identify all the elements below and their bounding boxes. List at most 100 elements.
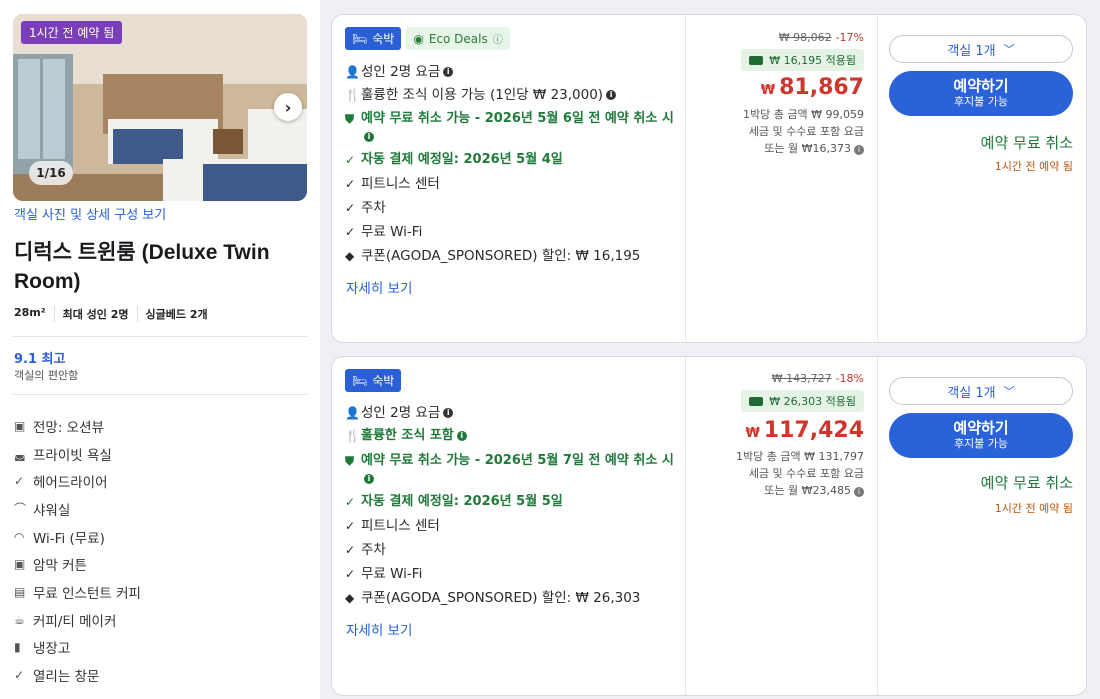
tag-icon: ◆ [345,591,355,605]
room-count-select[interactable]: 객실 1개 ﹀ [889,35,1073,63]
rate-tags: 🛏 숙박 [345,369,402,392]
breakfast-line: 🍴 훌륭한 조식 포함 i [345,427,675,445]
free-cancellation-line: ⛊ 예약 무료 취소 가능 - 2026년 5월 6일 전 예약 취소 시i [345,111,674,142]
info-icon: ⓘ [492,35,503,46]
wifi-icon: ◠ [14,529,25,544]
review-score[interactable]: 9.1 최고 [14,348,65,367]
check-icon: ✓ [345,495,356,509]
wifi-line: ✓ 무료 Wi-Fi [345,566,423,582]
check-icon: ✓ [345,177,356,191]
chevron-down-icon: ﹀ [1003,43,1015,56]
monthly-installment: 또는 월 ₩23,485 i [764,482,864,498]
leaf-icon: ◉ [413,31,424,46]
details-link[interactable]: 자세히 보기 [346,619,412,639]
person-icon: 👤 [345,65,360,79]
book-button[interactable]: 예약하기 후지불 가능 [889,71,1073,116]
amenity-list: ▣ 전망: 오션뷰 ◛ 프라이빗 욕실 ✓ 헤어드라이어 ⌒ 샤워실 ◠ Wi-Fi (무… [14,412,141,689]
coupon-line: ◆ 쿠폰(AGODA_SPONSORED) 할인: ₩ 16,195 [345,248,641,264]
free-cancellation-label: 예약 무료 취소 [980,474,1073,492]
booked-recently-label: 1시간 전 예약 됨 [994,160,1073,173]
original-price: ₩ 143,727 -18% [771,372,864,385]
free-cancellation-line: ⛊ 예약 무료 취소 가능 - 2026년 5월 7일 전 예약 취소 시i [345,453,674,484]
room-photos-link[interactable]: 객실 사진 및 상세 구성 보기 [14,204,166,223]
amenity-item: ▤ 무료 인스턴트 커피 [14,584,141,602]
person-icon: 👤 [345,406,360,420]
payment-date-line: ✓ 자동 결제 예정일: 2026년 5월 4일 [345,152,563,167]
discount-percent: -18% [835,372,864,385]
room-count-select[interactable]: 객실 1개 ﹀ [889,377,1073,405]
coupon-applied-badge: ₩ 16,195 적용됨 [741,49,864,71]
wifi-line: ✓ 무료 Wi-Fi [345,224,423,240]
eco-deals-tag: ◉ Eco Deals ⓘ [406,27,510,50]
book-button[interactable]: 예약하기 후지불 가능 [889,413,1073,458]
room-size: 28m² [14,306,46,319]
view-icon: ▣ [14,418,26,433]
room-info-panel: 1시간 전 예약 됨 › 1/16 객실 사진 및 상세 구성 보기 디럭스 트… [0,0,320,699]
divider [685,15,686,342]
ticket-icon [749,55,764,65]
amenity-item: ▣ 암막 커튼 [14,557,87,575]
discount-percent: -17% [835,31,864,44]
details-link[interactable]: 자세히 보기 [346,277,412,297]
check-icon: ✓ [14,474,25,489]
booked-recently-badge: 1시간 전 예약 됨 [21,21,123,44]
parking-line: ✓ 주차 [345,542,386,558]
rate-tags: 🛏 숙박 ◉ Eco Deals ⓘ [345,27,510,50]
guests-line: 👤 성인 2명 요금 i [345,63,675,81]
shield-check-icon: ⛊ [345,112,355,126]
chevron-right-icon[interactable]: › [274,93,302,121]
room-photo[interactable]: 1시간 전 예약 됨 › 1/16 [13,14,307,201]
shield-check-icon: ⛊ [345,454,355,468]
guests-line: 👤 성인 2명 요금 i [345,404,675,422]
stay-tag: 🛏 숙박 [345,27,402,50]
amenity-item: ⌒ 샤워실 [14,502,71,519]
total-price: 1박당 총 금액 ₩ 131,797 [736,450,864,463]
info-icon[interactable]: i [443,67,454,77]
room-title: 디럭스 트윈룸 (Deluxe Twin Room) [14,241,270,293]
divider [13,336,307,337]
amenity-item: ✓ 열리는 창문 [14,668,100,686]
info-icon[interactable]: i [606,90,617,100]
bath-icon: ◛ [14,446,26,461]
info-icon[interactable]: i [456,430,467,441]
curtain-icon: ▣ [14,557,26,572]
room-beds: 싱글베드 2개 [136,306,216,322]
info-icon[interactable]: i [443,408,454,418]
info-icon[interactable]: i [854,487,864,497]
fridge-icon: ▮ [14,640,21,655]
kettle-icon: ☕ [14,612,25,627]
amenity-item: ◛ 프라이빗 욕실 [14,446,112,464]
free-cancellation-label: 예약 무료 취소 [980,134,1073,152]
tax-note: 세금 및 수수료 포함 요금 [748,125,864,138]
parking-line: ✓ 주차 [345,200,386,216]
tax-note: 세금 및 수수료 포함 요금 [748,467,864,480]
review-score-label: 객실의 편안함 [14,369,79,382]
info-icon[interactable]: i [364,473,374,484]
photo-counter: 1/16 [29,161,73,185]
check-icon: ✓ [345,153,356,167]
check-icon: ✓ [345,519,356,533]
room-occupancy: 최대 성인 2명 [53,306,137,322]
monthly-installment: 또는 월 ₩16,373 i [764,140,864,156]
info-icon[interactable]: i [364,131,374,142]
chevron-down-icon: ﹀ [1003,385,1015,398]
final-price: ₩117,424 [745,418,864,443]
check-icon: ✓ [345,201,356,215]
stay-tag: 🛏 숙박 [345,369,402,392]
divider [13,394,307,395]
shower-icon: ⌒ [14,502,27,517]
cutlery-icon: 🍴 [345,88,360,102]
divider [685,357,686,695]
rate-card-2: 🛏 숙박 👤 성인 2명 요금 i 🍴 훌륭한 조식 포함 i ⛊ 예약 무료 취소 가능 … [331,356,1087,696]
total-price: 1박당 총 금액 ₩ 99,059 [743,108,864,121]
check-icon: ✓ [345,567,356,581]
amenity-item: ✓ 헤어드라이어 [14,474,108,492]
payment-date-line: ✓ 자동 결제 예정일: 2026년 5월 5일 [345,494,563,509]
amenity-item: ◠ Wi-Fi (무료) [14,529,105,547]
room-specs: 28m² 최대 성인 2명 싱글베드 2개 [14,306,216,322]
original-price: ₩ 98,062 -17% [778,31,864,44]
info-icon[interactable]: i [854,145,864,155]
amenity-item: ▮ 냉장고 [14,640,71,658]
bed-icon: 🛏 [352,31,368,46]
check-icon: ✓ [345,543,356,557]
